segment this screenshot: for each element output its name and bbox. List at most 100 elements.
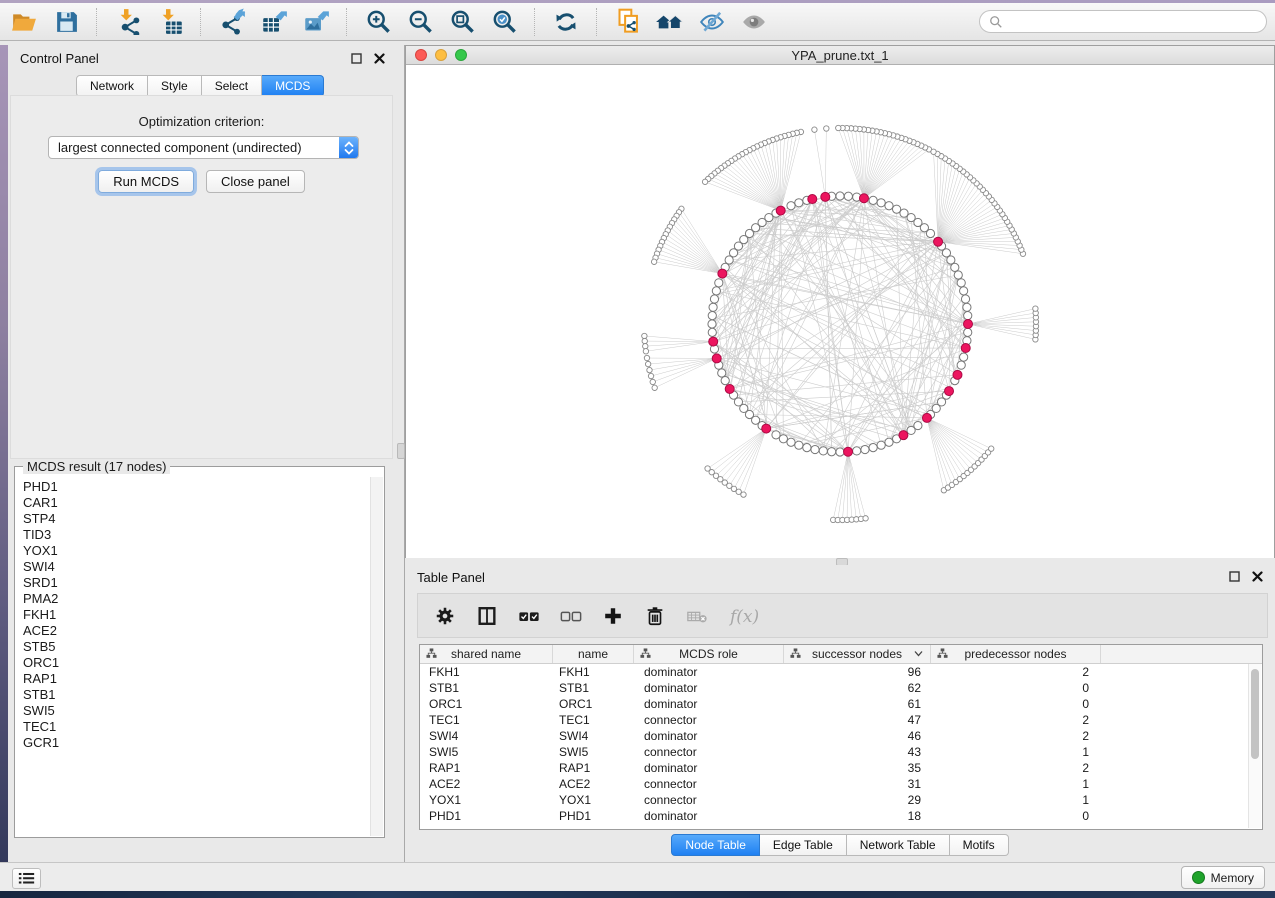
network-node[interactable] <box>914 421 922 429</box>
network-node[interactable] <box>954 271 962 279</box>
network-hub-node[interactable] <box>762 424 771 433</box>
network-node[interactable] <box>709 303 717 311</box>
network-hub-node[interactable] <box>712 354 721 363</box>
network-leaf-node[interactable] <box>652 385 657 390</box>
network-hub-node[interactable] <box>922 413 931 422</box>
network-leaf-node[interactable] <box>1033 306 1038 311</box>
network-node[interactable] <box>961 295 969 303</box>
table-row[interactable]: ACE2ACE2connector311 <box>420 776 1262 792</box>
first-neighbors-button[interactable] <box>654 7 686 37</box>
table-row[interactable]: YOX1YOX1connector291 <box>420 792 1262 808</box>
import-network-button[interactable] <box>112 7 144 37</box>
network-node[interactable] <box>787 202 795 210</box>
column-header-name[interactable]: name <box>553 645 634 663</box>
table-settings-button[interactable] <box>432 603 458 629</box>
network-hub-node[interactable] <box>821 192 830 201</box>
network-hub-node[interactable] <box>859 194 868 203</box>
mcds-result-item[interactable]: ORC1 <box>23 655 371 671</box>
mcds-result-item[interactable]: ACE2 <box>23 623 371 639</box>
network-node[interactable] <box>951 263 959 271</box>
network-leaf-node[interactable] <box>648 373 653 378</box>
tab-mcds[interactable]: MCDS <box>262 75 324 97</box>
network-node[interactable] <box>893 205 901 213</box>
column-header-mcds-role[interactable]: MCDS role <box>634 645 784 663</box>
float-window-icon[interactable] <box>351 53 362 64</box>
network-node[interactable] <box>708 312 716 320</box>
show-all-button[interactable] <box>738 7 770 37</box>
network-node[interactable] <box>869 444 877 452</box>
run-mcds-button[interactable]: Run MCDS <box>98 170 194 193</box>
table-row[interactable]: FKH1FKH1dominator962 <box>420 664 1262 680</box>
network-hub-node[interactable] <box>776 206 785 215</box>
mcds-result-item[interactable]: FKH1 <box>23 607 371 623</box>
network-node[interactable] <box>900 209 908 217</box>
mcds-result-item[interactable]: GCR1 <box>23 735 371 751</box>
network-hub-node[interactable] <box>709 337 718 346</box>
export-image-button[interactable] <box>300 7 332 37</box>
network-leaf-node[interactable] <box>647 367 652 372</box>
copy-documents-button[interactable] <box>612 7 644 37</box>
network-node[interactable] <box>721 377 729 385</box>
network-leaf-node[interactable] <box>931 149 936 154</box>
network-node[interactable] <box>963 303 971 311</box>
table-row[interactable]: ORC1ORC1dominator610 <box>420 696 1262 712</box>
network-node[interactable] <box>718 369 726 377</box>
network-hub-node[interactable] <box>964 320 973 329</box>
network-leaf-node[interactable] <box>741 492 746 497</box>
network-leaf-node[interactable] <box>824 126 829 131</box>
close-window-icon[interactable] <box>415 49 427 61</box>
network-hub-node[interactable] <box>808 195 817 204</box>
network-node[interactable] <box>772 431 780 439</box>
tab-network[interactable]: Network <box>76 75 148 97</box>
select-all-button[interactable] <box>516 603 542 629</box>
optimization-criterion-select[interactable]: largest connected component (undirected) <box>48 136 359 159</box>
network-node[interactable] <box>712 287 720 295</box>
mcds-result-item[interactable]: TID3 <box>23 527 371 543</box>
network-node[interactable] <box>708 320 716 328</box>
network-hub-node[interactable] <box>961 343 970 352</box>
network-node[interactable] <box>877 199 885 207</box>
network-node[interactable] <box>957 361 965 369</box>
refresh-button[interactable] <box>550 7 582 37</box>
task-history-button[interactable] <box>12 868 41 889</box>
hide-selected-button[interactable] <box>696 7 728 37</box>
network-node[interactable] <box>708 328 716 336</box>
network-node[interactable] <box>811 445 819 453</box>
vertical-splitter[interactable] <box>395 45 405 862</box>
table-row[interactable]: TEC1TEC1connector472 <box>420 712 1262 728</box>
mcds-result-scrollbar[interactable] <box>370 477 383 836</box>
mcds-result-item[interactable]: STB1 <box>23 687 371 703</box>
tab-motifs[interactable]: Motifs <box>950 834 1009 856</box>
close-panel-icon[interactable] <box>1252 571 1263 582</box>
zoom-selected-button[interactable] <box>488 7 520 37</box>
network-leaf-node[interactable] <box>645 361 650 366</box>
search-input[interactable] <box>1009 14 1257 30</box>
close-panel-button[interactable]: Close panel <box>206 170 305 193</box>
network-leaf-node[interactable] <box>702 179 707 184</box>
zoom-fit-button[interactable] <box>446 7 478 37</box>
delete-column-button[interactable] <box>642 603 668 629</box>
add-column-button[interactable] <box>600 603 626 629</box>
deselect-all-button[interactable] <box>558 603 584 629</box>
network-node[interactable] <box>964 312 972 320</box>
network-node[interactable] <box>795 441 803 449</box>
zoom-in-button[interactable] <box>362 7 394 37</box>
network-node[interactable] <box>779 435 787 443</box>
network-hub-node[interactable] <box>718 269 727 278</box>
network-node[interactable] <box>960 353 968 361</box>
network-graph[interactable] <box>406 65 1274 558</box>
mcds-result-item[interactable]: PHD1 <box>23 479 371 495</box>
network-node[interactable] <box>964 328 972 336</box>
network-node[interactable] <box>885 202 893 210</box>
network-node[interactable] <box>861 445 869 453</box>
column-header-successor-nodes[interactable]: successor nodes <box>784 645 931 663</box>
tab-edge-table[interactable]: Edge Table <box>760 834 847 856</box>
network-node[interactable] <box>869 196 877 204</box>
column-header-shared-name[interactable]: shared name <box>420 645 553 663</box>
table-scrollbar[interactable] <box>1248 664 1261 828</box>
table-row[interactable]: SWI5SWI5connector431 <box>420 744 1262 760</box>
network-hub-node[interactable] <box>844 447 853 456</box>
network-node[interactable] <box>710 295 718 303</box>
show-columns-button[interactable] <box>474 603 500 629</box>
network-leaf-node[interactable] <box>642 338 647 343</box>
